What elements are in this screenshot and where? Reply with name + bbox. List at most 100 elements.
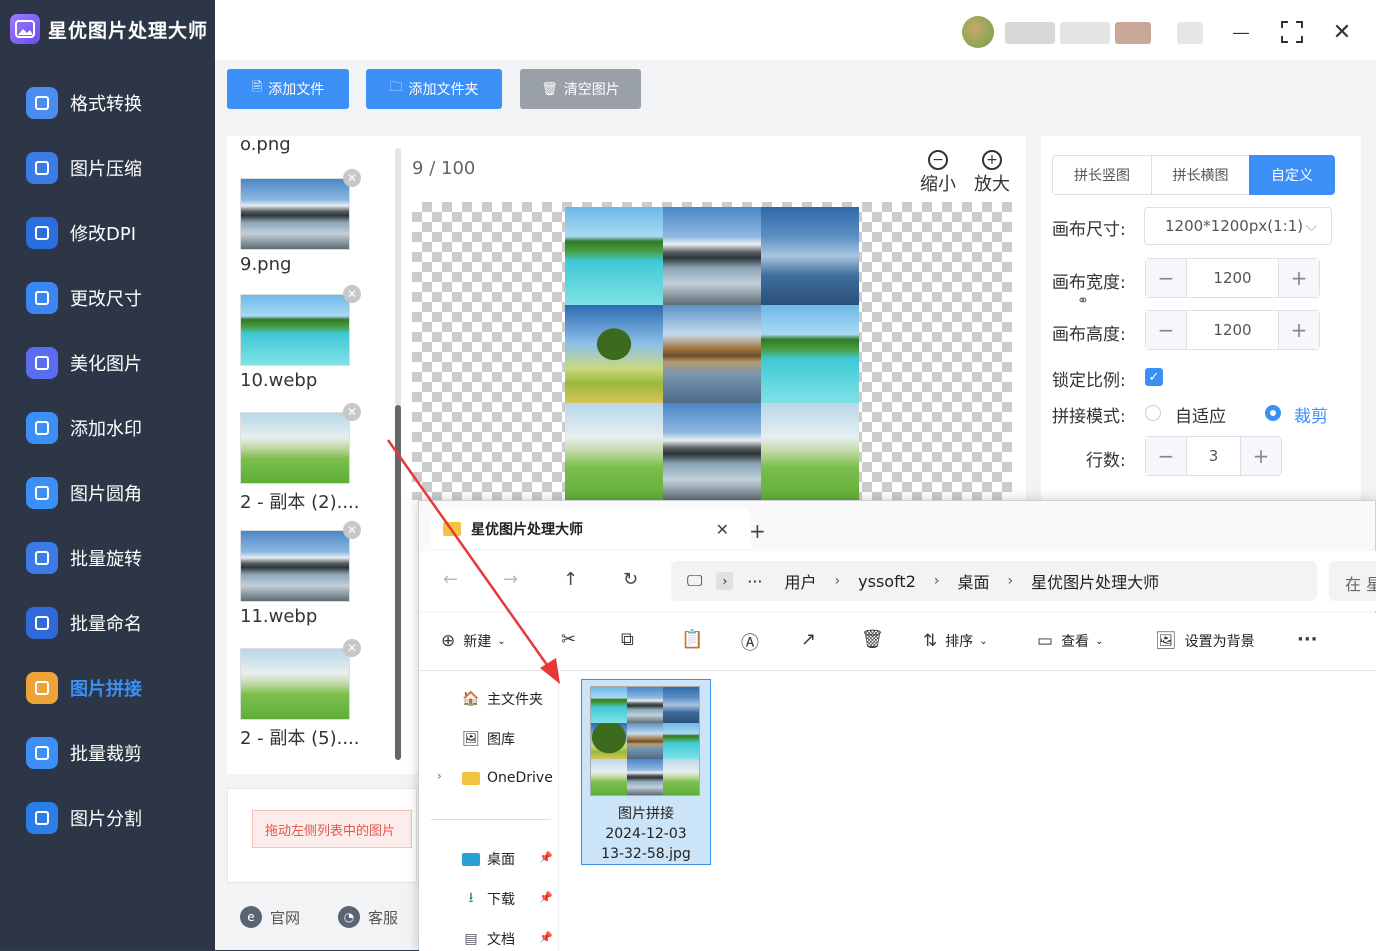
document-icon: ▤ [464,931,478,947]
sidebar-item-1[interactable]: 图片压缩 [26,148,206,188]
add-file-button[interactable]: 🗎 添加文件 [227,69,349,109]
breadcrumb-item[interactable]: 用户 [785,569,817,593]
sidebar-item-8[interactable]: 批量命名 [26,603,206,643]
sidebar-item-11[interactable]: 图片分割 [26,798,206,838]
output-file-item[interactable]: 图片拼接 2024-12-03 13-32-58.jpg [581,679,711,865]
minus-icon[interactable]: − [1146,437,1186,475]
more-icon[interactable]: ··· [747,572,762,591]
minimize-button[interactable]: ― [1225,16,1257,48]
remove-icon[interactable]: ✕ [343,285,361,303]
canvas-width-value[interactable]: 1200 [1186,259,1279,297]
mode-custom[interactable]: 自定义 [1249,155,1335,195]
sidebar-item-4[interactable]: 美化图片 [26,343,206,383]
menu-blurred[interactable] [1177,22,1203,44]
canvas-size-select[interactable]: 1200*1200px(1:1) ⌵ [1144,207,1332,245]
address-bar[interactable]: 🖵 › ··· 用户 › yssoft2 › 桌面 › 星优图片处理大师 [671,561,1317,601]
remove-icon[interactable]: ✕ [343,639,361,657]
sidebar-item-0[interactable]: 格式转换 [26,83,206,123]
remove-icon[interactable]: ✕ [343,169,361,187]
mode-crop-label[interactable]: 裁剪 [1294,402,1328,427]
breadcrumb-item[interactable]: yssoft2 [858,572,916,591]
forward-icon[interactable]: → [503,569,518,590]
new-button[interactable]: ⊕ 新建 ⌄ [441,631,506,651]
lock-ratio-checkbox[interactable]: ✓ [1145,368,1163,386]
up-icon[interactable]: ↑ [563,569,578,590]
mode-fit-label[interactable]: 自适应 [1175,402,1226,427]
canvas-width-stepper[interactable]: −1200 + [1145,258,1320,298]
close-button[interactable]: ✕ [1326,16,1358,48]
zoom-in-icon: + [982,150,1002,170]
share-icon[interactable]: ↗ [801,629,816,650]
nav-onedrive[interactable]: OneDrive [461,769,553,787]
file-list-scrollbar-thumb[interactable] [395,405,401,760]
plus-icon[interactable]: + [1279,259,1319,297]
nav-documents[interactable]: ▤ 文档 [461,929,515,949]
website-link[interactable]: e 官网 [240,906,300,928]
link-icon[interactable]: ⚭ [1077,293,1089,309]
minus-icon[interactable]: − [1146,259,1186,297]
file-thumbnail[interactable]: ✕ [240,169,361,250]
search-input[interactable]: 在 星 [1329,561,1376,601]
minus-icon[interactable]: − [1146,311,1186,349]
maximize-button[interactable] [1276,16,1308,48]
nav-gallery-label: 图库 [487,732,515,748]
mode-crop-radio[interactable] [1265,405,1281,421]
more-options-icon[interactable]: ··· [1297,629,1318,650]
sidebar-item-6[interactable]: 图片圆角 [26,473,206,513]
remove-icon[interactable]: ✕ [343,403,361,421]
rename-icon[interactable]: Ⓐ [741,629,759,655]
avatar[interactable] [962,16,994,48]
remove-icon[interactable]: ✕ [343,521,361,539]
canvas-height-value[interactable]: 1200 [1186,311,1279,349]
refresh-icon[interactable]: ↻ [623,569,638,590]
delete-icon[interactable]: 🗑 [861,629,884,650]
zoom-in-button[interactable]: + 放大 [972,150,1012,196]
thumbnail-tile [627,687,663,723]
set-background-button[interactable]: 🖼 设置为背景 [1155,631,1255,651]
expand-icon[interactable]: › [716,572,734,590]
sort-button[interactable]: ⇅ 排序 ⌄ [923,631,988,651]
file-thumbnail[interactable]: ✕ [240,639,361,720]
back-icon[interactable]: ← [443,569,458,590]
mode-fit-radio[interactable] [1145,405,1161,421]
paste-icon[interactable]: 📋 [681,629,703,650]
sidebar-item-5[interactable]: 添加水印 [26,408,206,448]
sidebar-item-10[interactable]: 批量裁剪 [26,733,206,773]
canvas-height-stepper[interactable]: −1200 + [1145,310,1320,350]
file-thumbnail[interactable]: ✕ [240,403,361,484]
pin-icon[interactable]: 📌 [539,851,553,864]
zoom-out-button[interactable]: − 缩小 [918,150,958,196]
rows-value[interactable]: 3 [1186,437,1241,475]
expand-onedrive-icon[interactable]: › [437,769,442,783]
mode-long-horizontal[interactable]: 拼长横图 [1151,155,1250,195]
file-thumbnail[interactable]: ✕ [240,285,361,366]
new-tab-button[interactable]: + [749,519,766,543]
plus-icon[interactable]: + [1241,437,1281,475]
sidebar-item-2[interactable]: 修改DPI [26,213,206,253]
nav-gallery[interactable]: 🖼 图库 [461,729,515,749]
explorer-tab[interactable]: 星优图片处理大师 ✕ [431,509,751,549]
close-tab-icon[interactable]: ✕ [716,520,729,539]
nav-home[interactable]: 🏠 主文件夹 [461,689,543,709]
customer-service-link[interactable]: ◔ 客服 [338,906,398,928]
pin-icon[interactable]: 📌 [539,891,553,904]
add-folder-button[interactable]: 🗀 添加文件夹 [366,69,502,109]
rows-stepper[interactable]: −3 + [1145,436,1282,476]
pin-icon[interactable]: 📌 [539,931,553,944]
breadcrumb-item[interactable]: 星优图片处理大师 [1031,569,1159,593]
clear-images-button[interactable]: 🗑 清空图片 [520,69,641,109]
mode-long-vertical[interactable]: 拼长竖图 [1052,155,1152,195]
sidebar-item-7[interactable]: 批量旋转 [26,538,206,578]
stitched-image-preview[interactable] [565,207,859,500]
file-thumbnail[interactable]: ✕ [240,521,361,602]
app-logo: 星优图片处理大师 [10,12,208,46]
cut-icon[interactable]: ✂ [561,629,576,650]
nav-downloads[interactable]: ⭳ 下载 [461,889,515,909]
view-button[interactable]: ▭ 查看 ⌄ [1037,631,1103,651]
sidebar-item-9[interactable]: 图片拼接 [26,668,206,708]
nav-desktop[interactable]: 桌面 [461,849,515,869]
copy-icon[interactable]: ⧉ [621,629,634,650]
sidebar-item-3[interactable]: 更改尺寸 [26,278,206,318]
plus-icon[interactable]: + [1279,311,1319,349]
breadcrumb-item[interactable]: 桌面 [957,569,989,593]
